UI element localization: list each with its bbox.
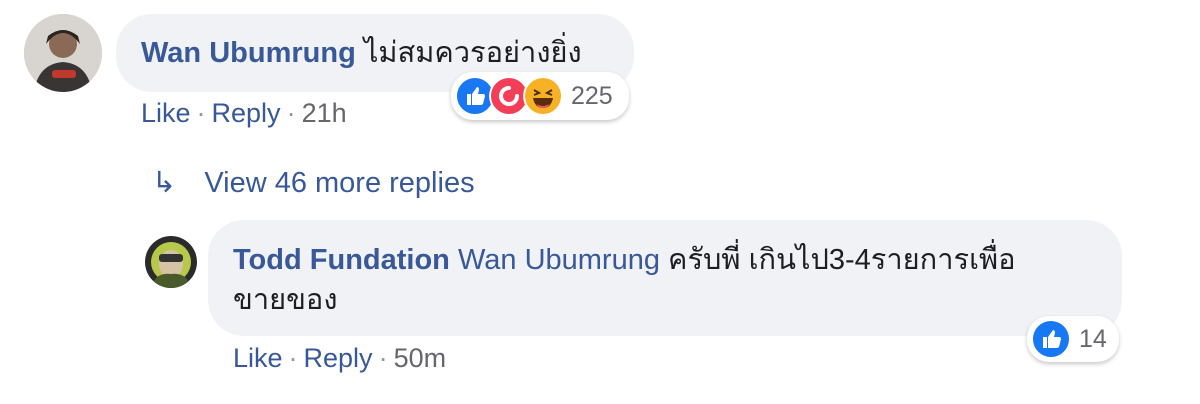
reply-text-line1: ครับพี่ เกินไป3-4รายการเพื่อ (659, 244, 1016, 276)
reply-actions: Like · Reply · 50m (233, 343, 446, 374)
comment-like-link[interactable]: Like (141, 98, 191, 128)
comment-reactions[interactable]: 225 (451, 72, 629, 120)
reply-reply-link[interactable]: Reply (304, 343, 373, 373)
reply-avatar[interactable] (145, 236, 197, 288)
separator: · (288, 343, 298, 373)
view-more-replies[interactable]: ↳ View 46 more replies (152, 165, 475, 200)
comment-author[interactable]: Wan Ubumrung (141, 37, 356, 69)
comment-avatar[interactable] (24, 14, 102, 92)
reply-reactions[interactable]: 14 (1027, 316, 1119, 362)
reply-body: Todd Fundation Wan Ubumrung ครับพี่ เกิน… (233, 240, 1103, 320)
comment-body: Wan Ubumrung ไม่สมควรอย่างยิ่ง (141, 33, 582, 73)
like-icon (1031, 319, 1071, 359)
reply-time[interactable]: 50m (394, 343, 447, 373)
reply-text-line2: ขายของ (233, 284, 338, 316)
separator: · (286, 98, 296, 128)
comment-reply-link[interactable]: Reply (212, 98, 281, 128)
separator: · (378, 343, 388, 373)
view-more-label: View 46 more replies (204, 167, 475, 199)
comment-actions: Like · Reply · 21h (141, 98, 347, 129)
comment-text: ไม่สมควรอย่างยิ่ง (363, 37, 582, 69)
comment-time[interactable]: 21h (302, 98, 347, 128)
reply-mention[interactable]: Wan Ubumrung (458, 244, 660, 276)
reply-arrow-icon: ↳ (152, 167, 177, 199)
separator: · (196, 98, 206, 128)
reply-author[interactable]: Todd Fundation (233, 244, 450, 276)
comment-reaction-count: 225 (571, 81, 613, 110)
reply-like-link[interactable]: Like (233, 343, 283, 373)
reply-reaction-count: 14 (1079, 324, 1107, 353)
haha-icon (523, 76, 563, 116)
